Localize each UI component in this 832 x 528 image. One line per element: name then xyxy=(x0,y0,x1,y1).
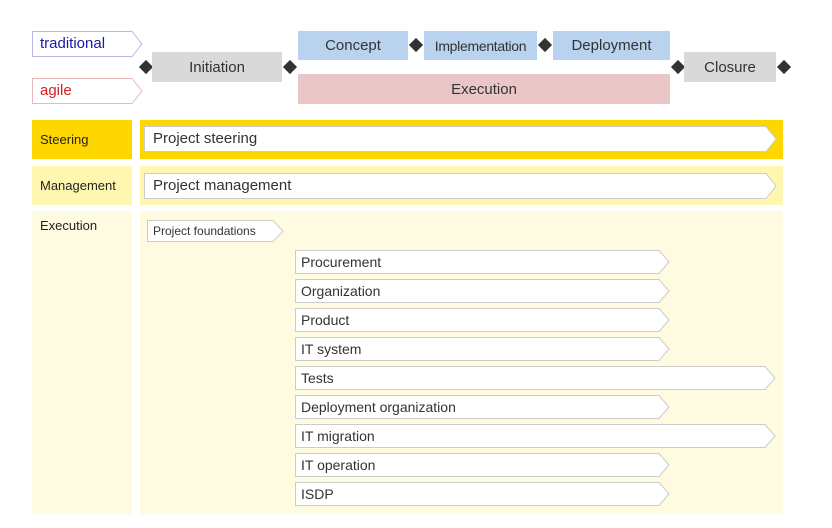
organization-label: Organization xyxy=(301,283,381,299)
tests-label: Tests xyxy=(301,370,334,386)
product-label: Product xyxy=(301,312,350,328)
project-management-label: Project management xyxy=(153,177,292,194)
procurement-label: Procurement xyxy=(301,254,382,270)
project-foundations-label: Project foundations xyxy=(153,224,256,238)
isdp-label: ISDP xyxy=(301,486,334,502)
bars-layer xyxy=(144,126,777,506)
product-chevron xyxy=(295,308,670,332)
it-system-label: IT system xyxy=(301,341,362,357)
isdp-chevron xyxy=(295,482,670,506)
it-migration-label: IT migration xyxy=(301,428,375,444)
project-steering-label: Project steering xyxy=(153,130,258,147)
deployment-organization-label: Deployment organization xyxy=(301,399,456,415)
it-operation-label: IT operation xyxy=(301,457,376,473)
tests-chevron xyxy=(295,366,776,390)
